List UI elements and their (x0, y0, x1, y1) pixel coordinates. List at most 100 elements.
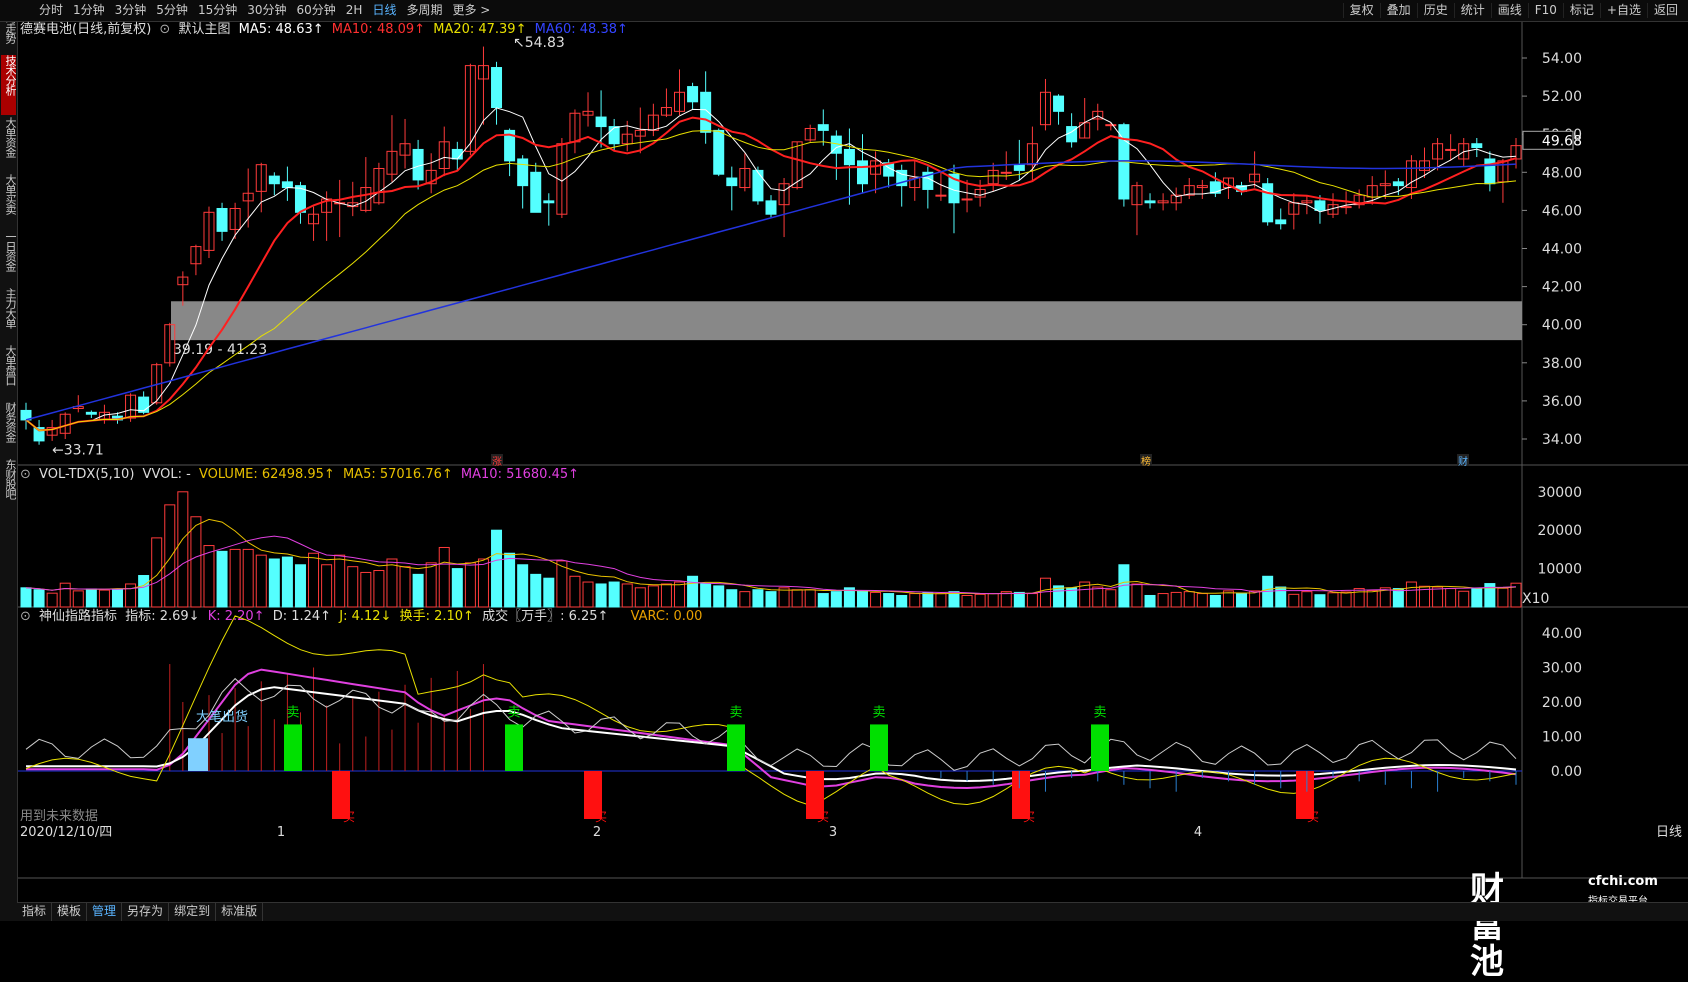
bottom-tab-0[interactable]: 指标 (17, 903, 53, 921)
volume-bar (830, 591, 842, 608)
candlestick (896, 169, 908, 187)
period-tab-4[interactable]: 15分钟 (193, 3, 242, 18)
candlestick (1405, 160, 1417, 189)
toolbar-button-1[interactable]: 叠加 (1379, 3, 1417, 18)
ma5-value: MA5: 48.63↑ (238, 22, 324, 37)
volume-bar (1471, 588, 1483, 608)
bottom-tab-2[interactable]: 管理 (87, 903, 123, 921)
candlestick (504, 129, 516, 162)
ma20-value: MA20: 47.39↑ (433, 22, 527, 37)
period-tab-3[interactable]: 5分钟 (151, 3, 193, 18)
indicator-toggle-icon[interactable]: ⊙ (20, 609, 31, 624)
left-sidebar: 分时走势 技术分析 大单资金 大单买卖 一日资金 主力大单 大单盘口 财务资金 东财股吧 (0, 0, 18, 921)
template-toggle-icon[interactable]: ⊙ (159, 22, 170, 37)
toolbar-button-3[interactable]: 统计 (1453, 3, 1491, 18)
volume-bar (203, 545, 215, 608)
volume-bar (987, 593, 999, 608)
candlestick (138, 396, 150, 413)
candlestick (1105, 124, 1117, 127)
candlestick (674, 91, 686, 112)
candlestick (1209, 181, 1221, 194)
period-tab-7[interactable]: 2H (341, 3, 368, 18)
volume-bar (1066, 587, 1078, 608)
buy-signal-bar (1296, 771, 1314, 819)
period-tab-8[interactable]: 日线 (367, 3, 401, 18)
candlestick (1432, 143, 1444, 160)
candlestick (791, 141, 803, 189)
sidebar-tab-5[interactable]: 主力大单 (1, 288, 17, 343)
volume-bar (608, 581, 620, 608)
toolbar-button-6[interactable]: 标记 (1562, 3, 1600, 18)
sidebar-tab-6[interactable]: 大单盘口 (1, 345, 17, 400)
volume-bar (177, 491, 189, 608)
period-tab-2[interactable]: 3分钟 (110, 3, 152, 18)
buy-signal-bar (806, 771, 824, 819)
period-tab-6[interactable]: 60分钟 (292, 3, 341, 18)
period-tab-9[interactable]: 多周期 (401, 3, 447, 18)
bottom-tab-5[interactable]: 标准版 (216, 903, 264, 921)
candlestick (111, 415, 123, 421)
volume-bar (909, 593, 921, 608)
volume-bar (713, 585, 725, 608)
bottom-tab-1[interactable]: 模板 (52, 903, 88, 921)
candlestick (216, 207, 228, 232)
candlestick (294, 185, 306, 213)
volume-bar (1353, 588, 1365, 608)
toolbar-button-7[interactable]: +自选 (1599, 3, 1647, 18)
volume-bar (700, 583, 712, 608)
toolbar-button-2[interactable]: 历史 (1416, 3, 1454, 18)
period-tab-1[interactable]: 1分钟 (68, 3, 110, 18)
sidebar-tab-1[interactable]: 技术分析 (1, 55, 17, 115)
volume-value: VOLUME: 62498.95↑ (198, 467, 335, 482)
sidebar-tab-7[interactable]: 财务资金 (1, 402, 17, 457)
sell-signal-label: 卖 (729, 705, 742, 720)
future-data-note: 用到未来数据 (20, 809, 98, 824)
volume-bar (1222, 590, 1234, 608)
candlestick (491, 67, 503, 109)
period-tab-0[interactable]: 分时 (34, 3, 68, 18)
volume-bar (1118, 564, 1130, 608)
volume-bar (347, 566, 359, 608)
period-tab-5[interactable]: 30分钟 (242, 3, 291, 18)
candlestick (1301, 200, 1313, 204)
candlestick (909, 177, 921, 189)
price-tick-label: 42.00 (1542, 280, 1582, 296)
toolbar-button-8[interactable]: 返回 (1646, 3, 1684, 18)
volume-bar (164, 504, 176, 608)
candlestick (634, 129, 646, 137)
period-tab-10[interactable]: 更多 > (447, 3, 495, 18)
sidebar-tab-8[interactable]: 东财股吧 (1, 459, 17, 509)
template-name[interactable]: 默认主图 (178, 22, 230, 37)
candlestick (1484, 158, 1496, 185)
candlestick (1092, 110, 1104, 120)
sell-signal-bar (727, 724, 745, 771)
price-tick-label: 50.00 (1542, 127, 1582, 143)
candlestick (229, 207, 241, 230)
low-price-label: ←33.71 (52, 443, 104, 459)
ma60-value: MA60: 48.38↑ (534, 22, 628, 37)
candlestick (843, 148, 855, 166)
chart-canvas[interactable]: 54.0052.0050.0048.0046.0044.0042.0040.00… (0, 0, 1688, 921)
sidebar-tab-2[interactable]: 大单资金 (1, 117, 17, 172)
month-tick-label: 2 (593, 825, 601, 840)
volume-bar (1510, 582, 1522, 608)
candlestick (59, 413, 71, 434)
volume-bar (621, 583, 633, 608)
volume-bar (765, 591, 777, 608)
volume-toggle-icon[interactable]: ⊙ (20, 467, 31, 482)
candlestick (1353, 194, 1365, 206)
candlestick (190, 246, 202, 265)
bottom-tab-4[interactable]: 绑定到 (169, 903, 217, 921)
current-price-label: 49.68 (1542, 133, 1582, 149)
candlestick (1379, 183, 1391, 187)
candlestick (1026, 143, 1038, 166)
candlestick (1510, 145, 1522, 160)
bottom-tab-3[interactable]: 另存为 (122, 903, 170, 921)
toolbar-button-0[interactable]: 复权 (1342, 3, 1380, 18)
sidebar-tab-3[interactable]: 大单买卖 (1, 174, 17, 229)
sidebar-tab-4[interactable]: 一日资金 (1, 231, 17, 286)
toolbar-button-4[interactable]: 画线 (1490, 3, 1528, 18)
candlestick (177, 276, 189, 286)
price-zone-label: 39.19 - 41.23 (173, 342, 267, 358)
toolbar-button-5[interactable]: F10 (1527, 3, 1563, 18)
